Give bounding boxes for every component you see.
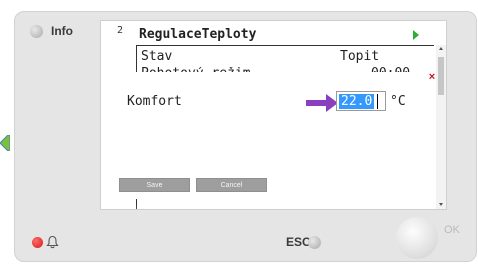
field-label: Komfort: [127, 94, 182, 109]
temperature-input[interactable]: 22.0: [336, 91, 386, 111]
scroll-down-icon[interactable]: [439, 203, 443, 206]
esc-button[interactable]: [308, 236, 321, 249]
play-arrow-icon[interactable]: [413, 30, 419, 40]
scroll-thumb[interactable]: [438, 57, 444, 95]
ok-label: OK: [444, 224, 460, 236]
arrow-right-icon: [306, 94, 338, 112]
alarm-led[interactable]: [32, 237, 43, 248]
list-item-value: Topit: [340, 49, 380, 64]
text-caret: [377, 94, 378, 109]
unit-label: °C: [390, 94, 406, 109]
edit-dialog: Komfort 22.0 °C Save Cancel: [103, 72, 426, 199]
device-frame: Info 2 RegulaceTeploty Stav Topit Pohoto…: [0, 0, 478, 265]
screen-cursor: [136, 205, 137, 209]
scroll-up-icon[interactable]: [439, 47, 443, 50]
left-arrow-icon[interactable]: [0, 135, 10, 151]
menu-index: 2: [117, 25, 124, 36]
menu-title: RegulaceTeploty: [139, 27, 257, 42]
info-button[interactable]: [30, 25, 43, 38]
cancel-button[interactable]: Cancel: [196, 178, 267, 192]
display-screen: 2 RegulaceTeploty Stav Topit Pohotový re…: [100, 20, 447, 210]
bell-icon: [46, 235, 59, 249]
info-label: Info: [51, 24, 73, 38]
list-item-label: Stav: [141, 49, 173, 64]
scrollbar[interactable]: [436, 45, 446, 209]
save-button[interactable]: Save: [119, 178, 190, 192]
esc-label: ESC: [286, 235, 311, 249]
temperature-value: 22.0: [339, 94, 375, 109]
close-icon[interactable]: ×: [427, 71, 437, 83]
divider: [136, 45, 434, 46]
ok-button[interactable]: [396, 217, 438, 259]
